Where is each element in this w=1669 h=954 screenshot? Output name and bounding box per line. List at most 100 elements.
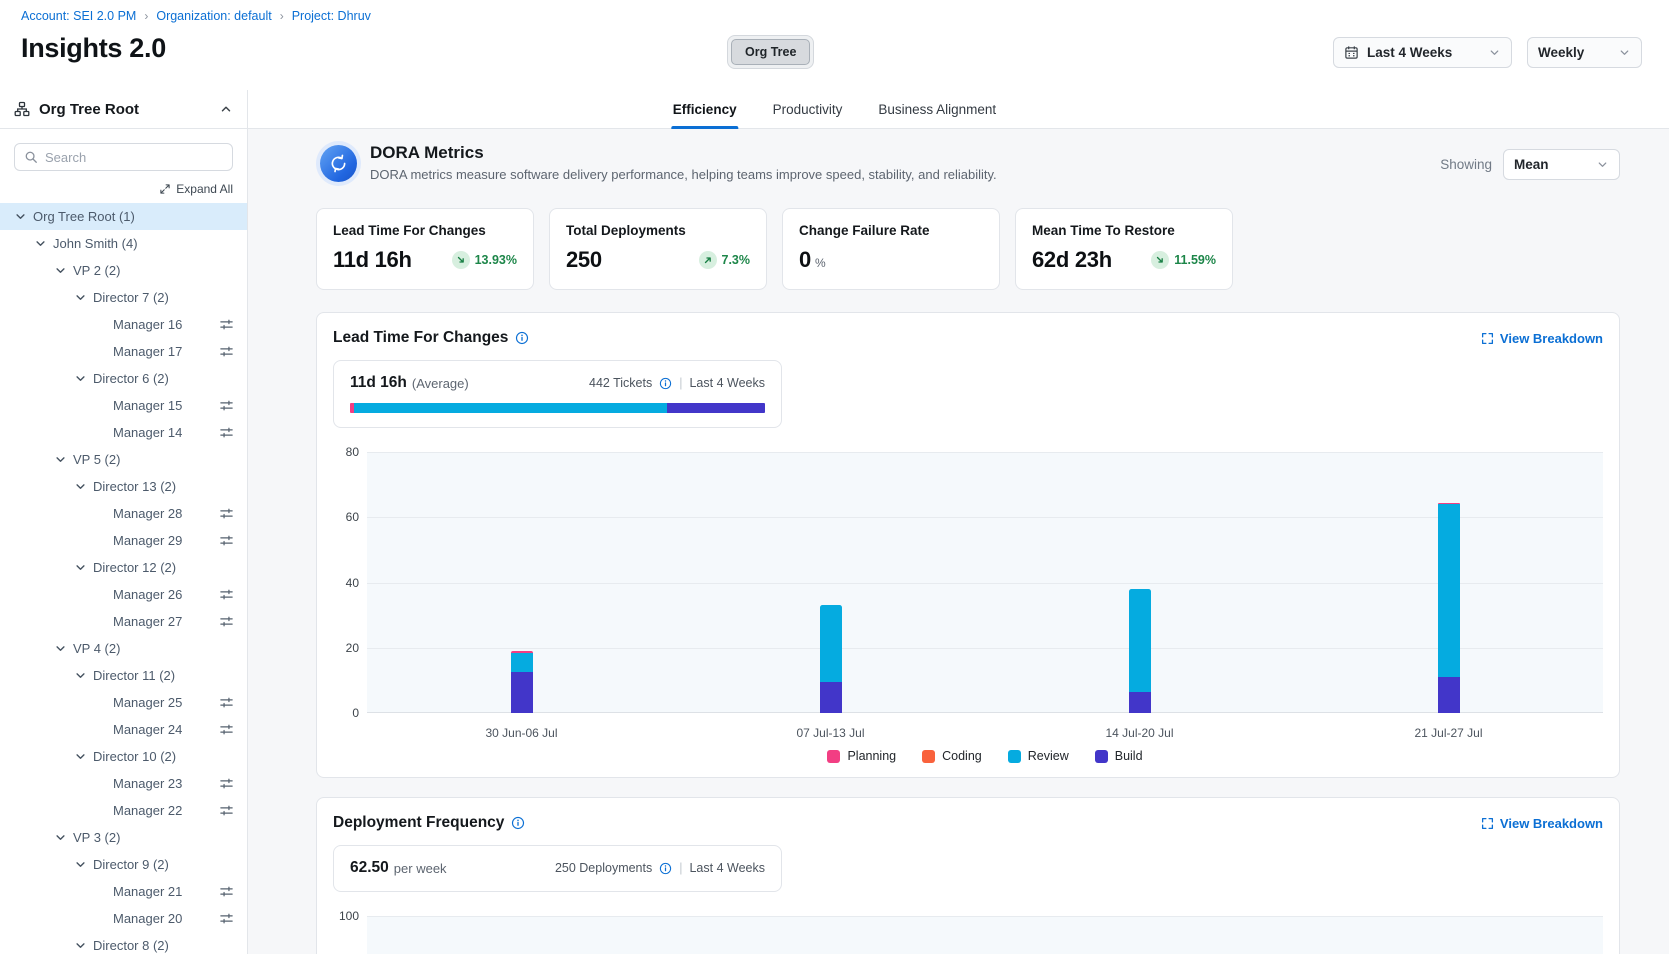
granularity-select[interactable]: Weekly [1527, 37, 1642, 68]
tree-item-manager-14[interactable]: Manager 14 [0, 419, 247, 446]
info-icon[interactable] [659, 862, 672, 875]
filter-icon[interactable] [219, 695, 234, 710]
tab-efficiency[interactable]: Efficiency [671, 90, 739, 128]
tree-item-manager-28[interactable]: Manager 28 [0, 500, 247, 527]
search-input[interactable] [45, 150, 223, 165]
filter-icon[interactable] [219, 587, 234, 602]
info-icon[interactable] [659, 377, 672, 390]
gridline [367, 583, 1603, 584]
tab-business-alignment[interactable]: Business Alignment [876, 90, 998, 128]
tree-item-label: Director 9 (2) [93, 857, 169, 872]
view-breakdown-link[interactable]: View Breakdown [1481, 331, 1603, 346]
aggregation-value: Mean [1514, 157, 1549, 172]
tree-item-director-10[interactable]: Director 10 (2) [0, 743, 247, 770]
trend-badge: 11.59% [1151, 251, 1216, 269]
tree-item-label: Manager 20 [113, 911, 182, 926]
org-tree-toggle: Org Tree [727, 35, 814, 69]
tree-item-manager-21[interactable]: Manager 21 [0, 878, 247, 905]
tree-item-vp-5[interactable]: VP 5 (2) [0, 446, 247, 473]
y-axis-tick: 80 [346, 445, 359, 459]
tree-item-director-11[interactable]: Director 11 (2) [0, 662, 247, 689]
tree-item-director-6[interactable]: Director 6 (2) [0, 365, 247, 392]
tree-item-vp-3[interactable]: VP 3 (2) [0, 824, 247, 851]
filter-icon[interactable] [219, 911, 234, 926]
date-range-select[interactable]: Last 4 Weeks [1333, 37, 1512, 68]
tree-item-director-13[interactable]: Director 13 (2) [0, 473, 247, 500]
aggregation-select[interactable]: Mean [1503, 149, 1620, 180]
filter-icon[interactable] [219, 614, 234, 629]
chevron-down-icon [14, 210, 33, 223]
expand-view-icon [1481, 332, 1494, 345]
tree-item-manager-17[interactable]: Manager 17 [0, 338, 247, 365]
deployment-panel-header: Deployment Frequency View Breakdown [333, 814, 1603, 832]
tree-item-label: Manager 15 [113, 398, 182, 413]
breadcrumb-link[interactable]: Organization: default [156, 9, 271, 23]
filter-icon[interactable] [219, 803, 234, 818]
y-axis: 020406080 [333, 452, 359, 713]
tree-item-manager-20[interactable]: Manager 20 [0, 905, 247, 932]
chevron-down-icon [74, 561, 93, 574]
tree-item-manager-25[interactable]: Manager 25 [0, 689, 247, 716]
chevron-down-icon [74, 291, 93, 304]
tree-item-label: Manager 29 [113, 533, 182, 548]
filter-icon[interactable] [219, 776, 234, 791]
filter-icon[interactable] [219, 317, 234, 332]
filter-icon[interactable] [219, 344, 234, 359]
chevron-down-icon [1618, 46, 1631, 59]
chevron-down-icon [74, 372, 93, 385]
lead-time-summary-card: 11d 16h (Average) 442 Tickets | Last 4 W… [333, 360, 782, 428]
chevron-down-icon [74, 669, 93, 682]
collapse-panel-icon[interactable] [219, 102, 233, 116]
tree-item-director-12[interactable]: Director 12 (2) [0, 554, 247, 581]
tree-item-manager-23[interactable]: Manager 23 [0, 770, 247, 797]
filter-icon[interactable] [219, 533, 234, 548]
tree-item-vp-4[interactable]: VP 4 (2) [0, 635, 247, 662]
dora-metrics-title: DORA Metrics [370, 143, 997, 163]
bar-segment-build [511, 672, 533, 713]
org-tree-button[interactable]: Org Tree [731, 39, 810, 65]
tree-item-manager-27[interactable]: Manager 27 [0, 608, 247, 635]
tab-productivity[interactable]: Productivity [771, 90, 845, 128]
filter-icon[interactable] [219, 398, 234, 413]
tree-item-director-7[interactable]: Director 7 (2) [0, 284, 247, 311]
tree-item-manager-22[interactable]: Manager 22 [0, 797, 247, 824]
filter-icon[interactable] [219, 425, 234, 440]
tree-item-vp-2[interactable]: VP 2 (2) [0, 257, 247, 284]
legend-item-coding[interactable]: Coding [922, 749, 982, 763]
trend-badge: 13.93% [452, 251, 517, 269]
tree-item-manager-15[interactable]: Manager 15 [0, 392, 247, 419]
info-icon[interactable] [515, 331, 529, 345]
filter-icon[interactable] [219, 506, 234, 521]
expand-all-button[interactable]: Expand All [14, 182, 233, 196]
legend-item-planning[interactable]: Planning [827, 749, 896, 763]
filter-icon[interactable] [219, 722, 234, 737]
sidebar-title: Org Tree Root [39, 101, 210, 118]
view-breakdown-link[interactable]: View Breakdown [1481, 816, 1603, 831]
x-axis-label: 07 Jul-13 Jul [796, 726, 864, 740]
tree-item-label: Manager 27 [113, 614, 182, 629]
deployment-frequency-chart [367, 916, 1603, 954]
bar-segment-build [1129, 692, 1151, 713]
tree-item-label: John Smith (4) [53, 236, 138, 251]
tree-item-director-9[interactable]: Director 9 (2) [0, 851, 247, 878]
bar-segment-review [511, 653, 533, 673]
tree-item-manager-16[interactable]: Manager 16 [0, 311, 247, 338]
dora-metrics-header: DORA Metrics DORA metrics measure softwa… [316, 143, 1620, 182]
trend-delta: 7.3% [722, 253, 751, 267]
tree-item-john-smith[interactable]: John Smith (4) [0, 230, 247, 257]
tree-item-manager-24[interactable]: Manager 24 [0, 716, 247, 743]
legend-item-review[interactable]: Review [1008, 749, 1069, 763]
kpi-value: 11d 16h [333, 247, 412, 273]
tree-item-org-tree-root[interactable]: Org Tree Root (1) [0, 203, 247, 230]
info-icon[interactable] [511, 816, 525, 830]
tree-item-manager-29[interactable]: Manager 29 [0, 527, 247, 554]
breadcrumb-link[interactable]: Account: SEI 2.0 PM [21, 9, 136, 23]
tree-item-director-8[interactable]: Director 8 (2) [0, 932, 247, 954]
header-controls: Last 4 Weeks Weekly [1333, 37, 1642, 68]
filter-icon[interactable] [219, 884, 234, 899]
tree-item-manager-26[interactable]: Manager 26 [0, 581, 247, 608]
legend-item-build[interactable]: Build [1095, 749, 1143, 763]
subheader: Org Tree Root Efficiency Productivity Busi… [0, 90, 1669, 129]
app-root: Account: SEI 2.0 PM›Organization: defaul… [0, 0, 1669, 954]
breadcrumb-link[interactable]: Project: Dhruv [292, 9, 371, 23]
